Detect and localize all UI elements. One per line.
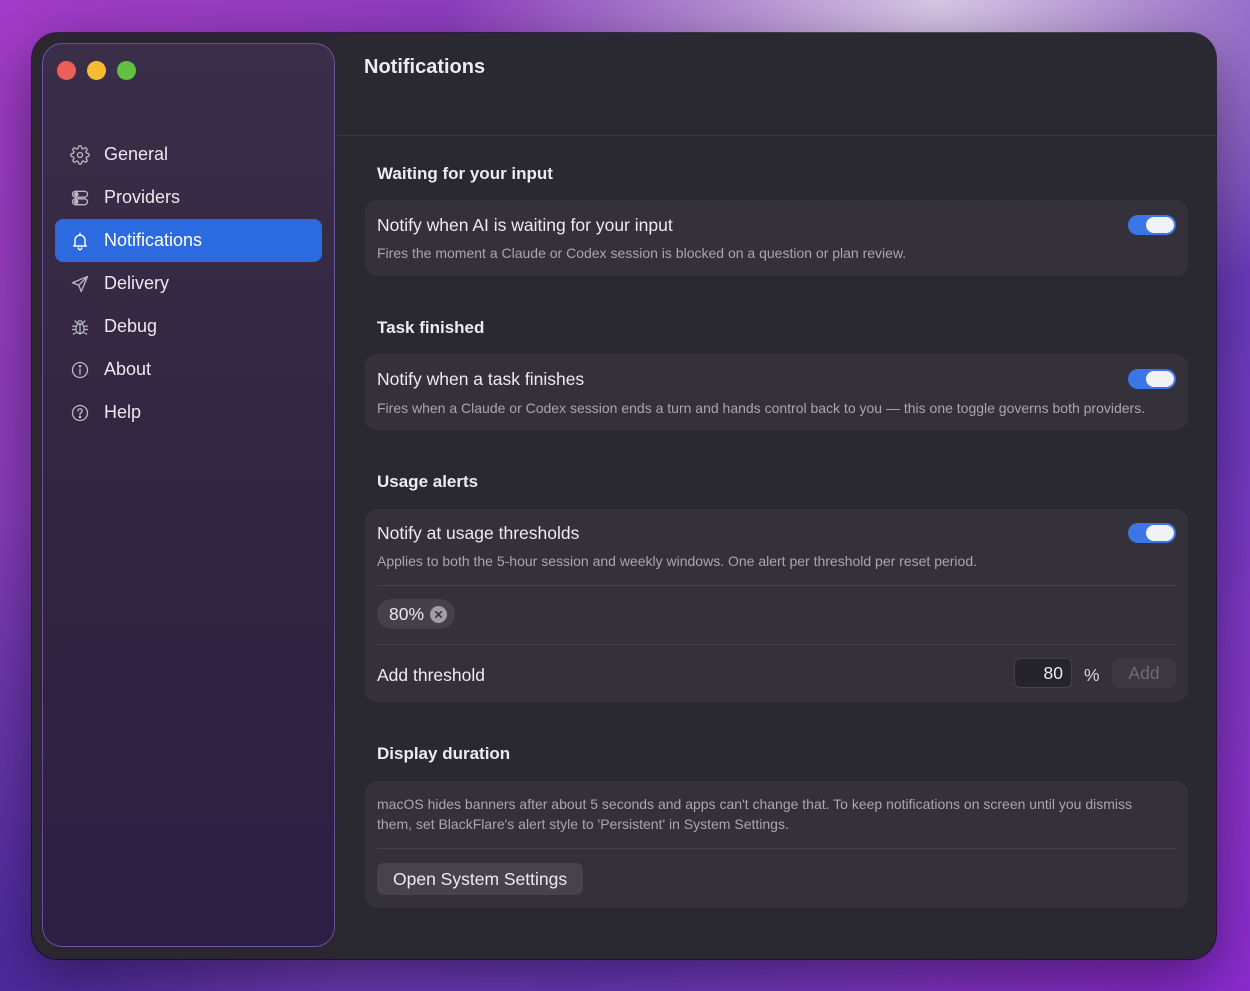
sidebar: General Providers Notifications Delivery	[42, 43, 335, 947]
percent-unit: %	[1084, 665, 1100, 685]
sidebar-item-general[interactable]: General	[55, 133, 322, 176]
section-title-usage: Usage alerts	[377, 472, 479, 491]
sidebar-item-label: About	[104, 359, 152, 379]
toggle-knob	[1146, 217, 1174, 233]
sidebar-item-delivery[interactable]: Delivery	[55, 262, 322, 305]
threshold-chip: 80%	[377, 599, 456, 629]
sidebar-item-label: Debug	[104, 316, 158, 336]
sidebar-item-label: Providers	[104, 187, 181, 207]
display-desc-line2: them, set BlackFlare's alert style to 'P…	[377, 816, 789, 832]
sidebar-item-notifications[interactable]: Notifications	[55, 219, 322, 262]
add-threshold-label: Add threshold	[377, 665, 485, 685]
window-controls	[57, 61, 136, 80]
add-threshold-button[interactable]: Add	[1112, 658, 1176, 688]
waiting-row-title: Notify when AI is waiting for your input	[377, 215, 673, 235]
sidebar-item-about[interactable]: About	[55, 348, 322, 391]
sidebar-item-label: Delivery	[104, 273, 170, 293]
section-title-display: Display duration	[377, 744, 511, 763]
remove-threshold-icon[interactable]	[430, 605, 448, 623]
divider	[377, 585, 1176, 586]
display-desc-line1: macOS hides banners after about 5 second…	[377, 796, 1132, 812]
sidebar-item-help[interactable]: Help	[55, 391, 322, 434]
usage-row-desc: Applies to both the 5-hour session and w…	[377, 553, 978, 569]
main-content: Notifications Waiting for your input Not…	[337, 33, 1216, 959]
toggles-icon	[69, 187, 91, 209]
toggle-knob	[1146, 371, 1174, 387]
paper-plane-icon	[69, 273, 91, 295]
divider	[377, 644, 1176, 645]
threshold-chip-label: 80%	[389, 603, 425, 624]
zoom-window-button[interactable]	[117, 61, 136, 80]
sidebar-item-label: Notifications	[104, 230, 203, 250]
open-system-settings-button[interactable]: Open System Settings	[377, 863, 584, 895]
section-title-task: Task finished	[377, 318, 485, 337]
task-row-title: Notify when a task finishes	[377, 369, 585, 389]
sidebar-nav: General Providers Notifications Delivery	[55, 133, 322, 434]
sidebar-item-providers[interactable]: Providers	[55, 176, 322, 219]
sidebar-item-debug[interactable]: Debug	[55, 305, 322, 348]
card-usage: Notify at usage thresholds Applies to bo…	[365, 509, 1188, 702]
minimize-window-button[interactable]	[87, 61, 106, 80]
page-header: Notifications	[337, 33, 1216, 136]
page-title: Notifications	[364, 56, 486, 78]
card-task: Notify when a task finishes Fires when a…	[365, 354, 1188, 430]
usage-toggle[interactable]	[1128, 523, 1176, 543]
waiting-toggle[interactable]	[1128, 215, 1176, 235]
waiting-row-desc: Fires the moment a Claude or Codex sessi…	[377, 245, 907, 261]
divider	[377, 848, 1176, 849]
toggle-knob	[1146, 525, 1174, 541]
task-row-desc: Fires when a Claude or Codex session end…	[377, 400, 1146, 416]
sidebar-item-label: Help	[104, 402, 142, 422]
task-toggle[interactable]	[1128, 369, 1176, 389]
close-window-button[interactable]	[57, 61, 76, 80]
sidebar-item-label: General	[104, 144, 169, 164]
usage-row-title: Notify at usage thresholds	[377, 523, 580, 543]
settings-window: General Providers Notifications Delivery	[32, 33, 1216, 959]
card-display: macOS hides banners after about 5 second…	[365, 781, 1188, 908]
info-icon	[69, 359, 91, 381]
card-waiting: Notify when AI is waiting for your input…	[365, 200, 1188, 276]
gear-icon	[69, 144, 91, 166]
question-icon	[69, 402, 91, 424]
threshold-input[interactable]	[1014, 658, 1072, 688]
bug-icon	[69, 316, 91, 338]
section-title-waiting: Waiting for your input	[377, 164, 553, 183]
bell-icon	[69, 230, 91, 252]
